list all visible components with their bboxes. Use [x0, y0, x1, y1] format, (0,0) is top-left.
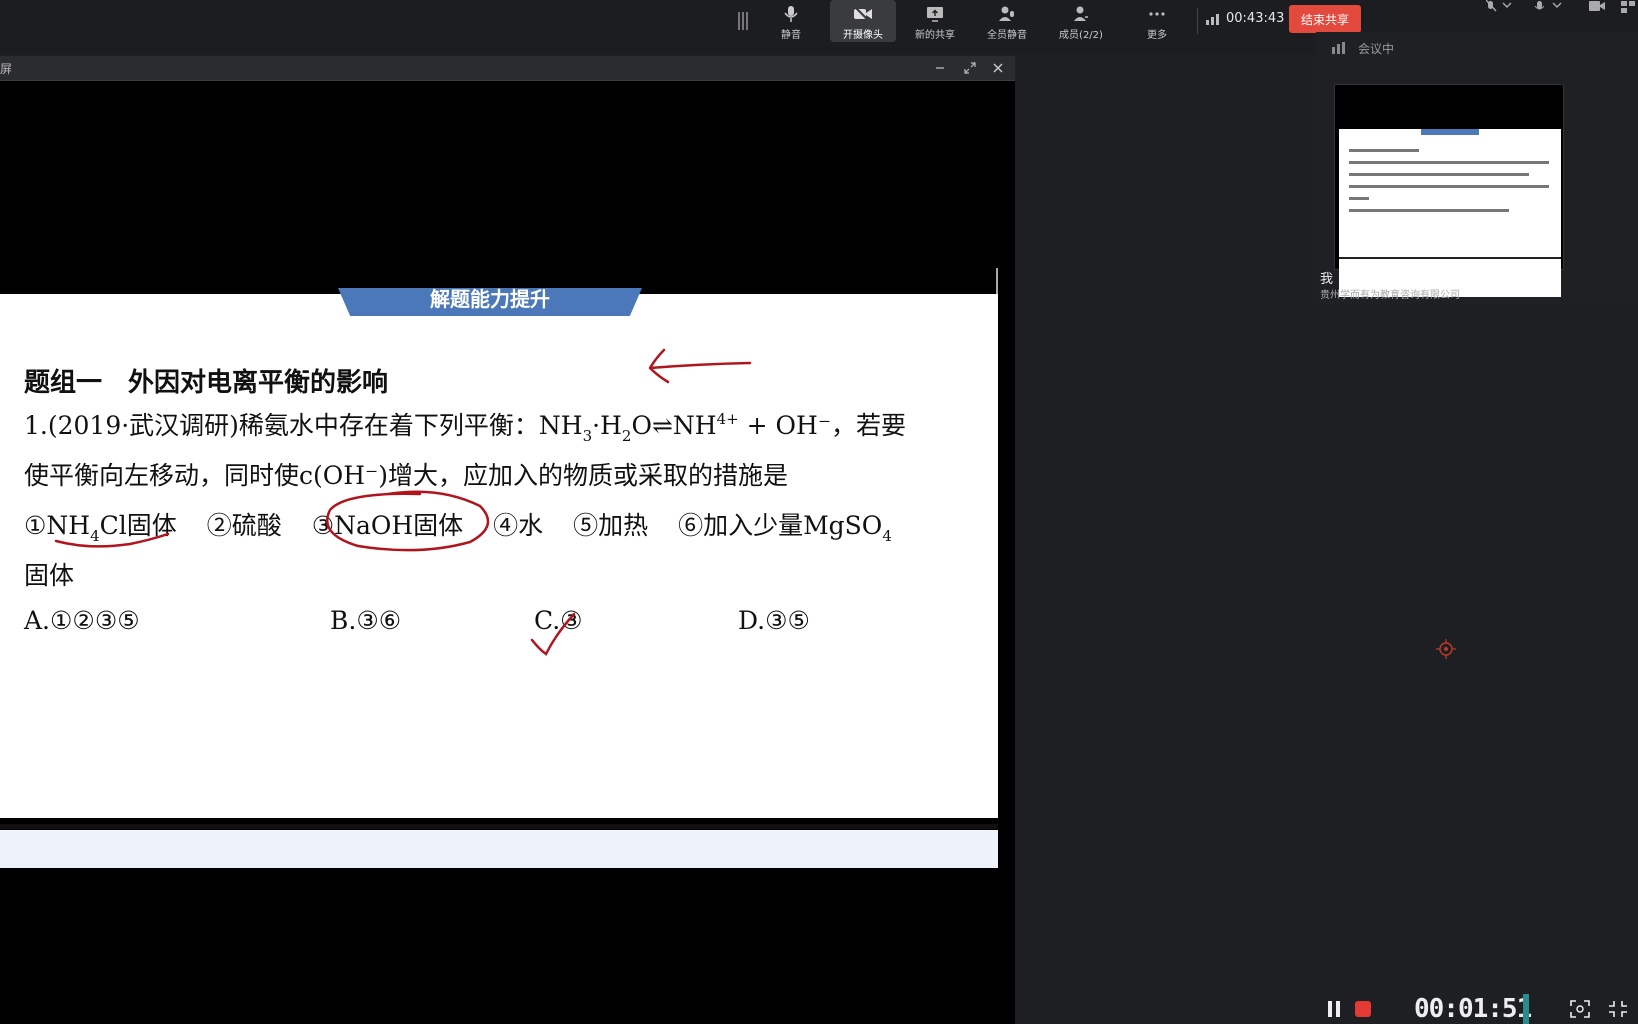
- thumbnail-slide: [1339, 129, 1561, 297]
- meeting-status-text: 会议中: [1358, 42, 1395, 56]
- slide-bottom-bar: [0, 824, 998, 829]
- annotation-layer: [54, 348, 752, 656]
- new-share-label: 新的共享: [915, 30, 955, 41]
- close-icon[interactable]: [990, 60, 1006, 76]
- presentation-slide: 解题能力提升 题组一 外因对电离平衡的影响 1.(2019·武汉调研)稀氨水中存…: [0, 288, 998, 818]
- window-title: 屏: [0, 62, 13, 76]
- mute-all-icon: [999, 6, 1014, 21]
- window-titlebar[interactable]: 屏: [0, 56, 1015, 81]
- circle-annotation: [326, 490, 490, 552]
- share-screen-icon: [927, 7, 943, 22]
- more-label: 更多: [1147, 30, 1167, 41]
- toolbar-drag-handle[interactable]: [738, 12, 748, 30]
- minimize-icon[interactable]: [932, 60, 948, 76]
- camera-label: 开摄像头: [843, 30, 883, 41]
- participant-self-label: 我: [1320, 272, 1334, 287]
- thumbnail-text-line: [1349, 149, 1419, 152]
- checkmark-annotation: [530, 612, 576, 656]
- mute-all-label: 全员静音: [987, 30, 1027, 41]
- exit-fullscreen-icon[interactable]: [1608, 1000, 1628, 1018]
- more-button[interactable]: 更多: [1124, 0, 1190, 42]
- participant-company-label: 贵州学而有为教育咨询有限公司: [1320, 290, 1460, 301]
- arrow-annotation: [648, 348, 752, 384]
- network-signal-icon: [1206, 14, 1219, 25]
- screen-recorder-bar: 00:01:51: [1310, 992, 1638, 1024]
- camera-button[interactable]: 开摄像头: [830, 0, 896, 42]
- meeting-video-panel: 会议中 我 贵州学而有为教育咨询有限公司: [1316, 32, 1638, 304]
- slide-footer-strip: [0, 830, 998, 868]
- speaker-mute-icon[interactable]: [1486, 0, 1514, 14]
- thumbnail-text-line: [1349, 185, 1549, 188]
- thumbnail-text-line: [1349, 161, 1549, 164]
- thumbnail-banner: [1421, 129, 1479, 135]
- mute-label: 静音: [781, 30, 801, 41]
- mic-settings-icon[interactable]: [1534, 0, 1564, 14]
- members-icon: [1074, 6, 1088, 21]
- pause-icon[interactable]: [1326, 1000, 1342, 1018]
- crosshair-icon: [1436, 639, 1456, 659]
- thumbnail-text-line: [1349, 173, 1529, 176]
- members-button[interactable]: 成员(2/2): [1048, 0, 1114, 42]
- fullscreen-icon[interactable]: [962, 60, 978, 76]
- microphone-icon: [784, 6, 798, 22]
- mute-all-button[interactable]: 全员静音: [974, 0, 1040, 42]
- shared-screen-window: 屏 解题能力提升 题组一 外因对电离平衡的影响 1.(2019·武汉调研)稀氨水…: [0, 56, 1015, 1024]
- audio-level-icon: [1523, 994, 1529, 1024]
- layout-grid-icon[interactable]: [1620, 0, 1636, 14]
- toolbar-divider: [1197, 8, 1198, 34]
- thumbnail-text-line: [1349, 197, 1369, 200]
- thumbnail-text-line: [1349, 209, 1509, 212]
- thumbnail-bottom-bar: [1339, 257, 1561, 259]
- meeting-status-icon: [1332, 42, 1345, 54]
- meeting-timer: 00:43:43: [1226, 11, 1285, 26]
- members-label: 成员(2/2): [1059, 30, 1103, 41]
- slide-scrollbar[interactable]: [996, 268, 998, 296]
- camera-off-icon: [854, 6, 872, 22]
- screen-share-thumbnail[interactable]: [1334, 84, 1564, 297]
- end-share-button[interactable]: 结束共享: [1289, 5, 1361, 33]
- new-share-button[interactable]: 新的共享: [902, 0, 968, 42]
- video-icon[interactable]: [1588, 0, 1606, 14]
- stop-record-icon[interactable]: [1354, 1000, 1372, 1018]
- mute-button[interactable]: 静音: [758, 0, 824, 42]
- more-icon: [1149, 12, 1165, 16]
- underline-annotation: [54, 532, 170, 548]
- screenshot-icon[interactable]: [1570, 1000, 1590, 1018]
- recording-time: 00:01:51: [1414, 994, 1532, 1024]
